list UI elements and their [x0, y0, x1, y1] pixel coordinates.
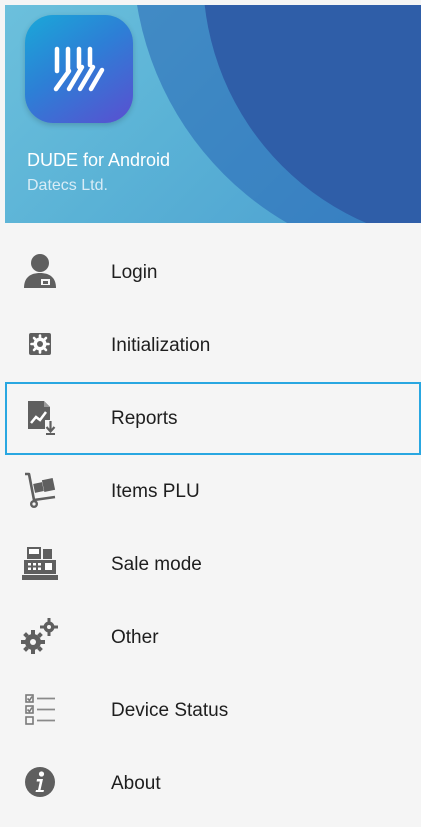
cash-register-icon	[19, 542, 61, 584]
menu-item-label: Sale mode	[111, 554, 202, 575]
menu-item-label: Login	[111, 262, 158, 283]
menu-item-other[interactable]: Other	[5, 601, 421, 674]
checklist-icon	[19, 688, 61, 730]
settings-gear-icon	[19, 323, 61, 365]
menu-item-device-status[interactable]: Device Status	[5, 674, 421, 747]
menu-item-label: Device Status	[111, 700, 229, 721]
company-name: Datecs Ltd.	[27, 177, 108, 194]
user-icon	[19, 250, 61, 292]
menu-item-label: Other	[111, 627, 159, 648]
menu-item-label: Initialization	[111, 335, 211, 356]
drawer-header: DUDE for Android Datecs Ltd.	[5, 5, 421, 223]
menu-item-about[interactable]: About	[5, 747, 421, 820]
menu-item-login[interactable]: Login	[5, 236, 421, 309]
menu-item-label: About	[111, 773, 161, 794]
hand-truck-icon	[19, 469, 61, 511]
menu-item-label: Items PLU	[111, 481, 200, 502]
menu-item-label: Reports	[111, 408, 178, 429]
menu-item-reports[interactable]: Reports	[5, 382, 421, 455]
menu-item-items-plu[interactable]: Items PLU	[5, 455, 421, 528]
menu-item-sale-mode[interactable]: Sale mode	[5, 528, 421, 601]
gears-icon	[19, 615, 61, 657]
drawer-menu: Login Initialization Reports Items PLU S…	[5, 236, 421, 820]
app-logo-icon	[25, 15, 133, 123]
menu-item-initialization[interactable]: Initialization	[5, 309, 421, 382]
navigation-drawer: DUDE for Android Datecs Ltd. Login Initi…	[0, 0, 421, 827]
info-icon	[19, 761, 61, 803]
report-download-icon	[19, 396, 61, 438]
app-name: DUDE for Android	[27, 150, 171, 170]
